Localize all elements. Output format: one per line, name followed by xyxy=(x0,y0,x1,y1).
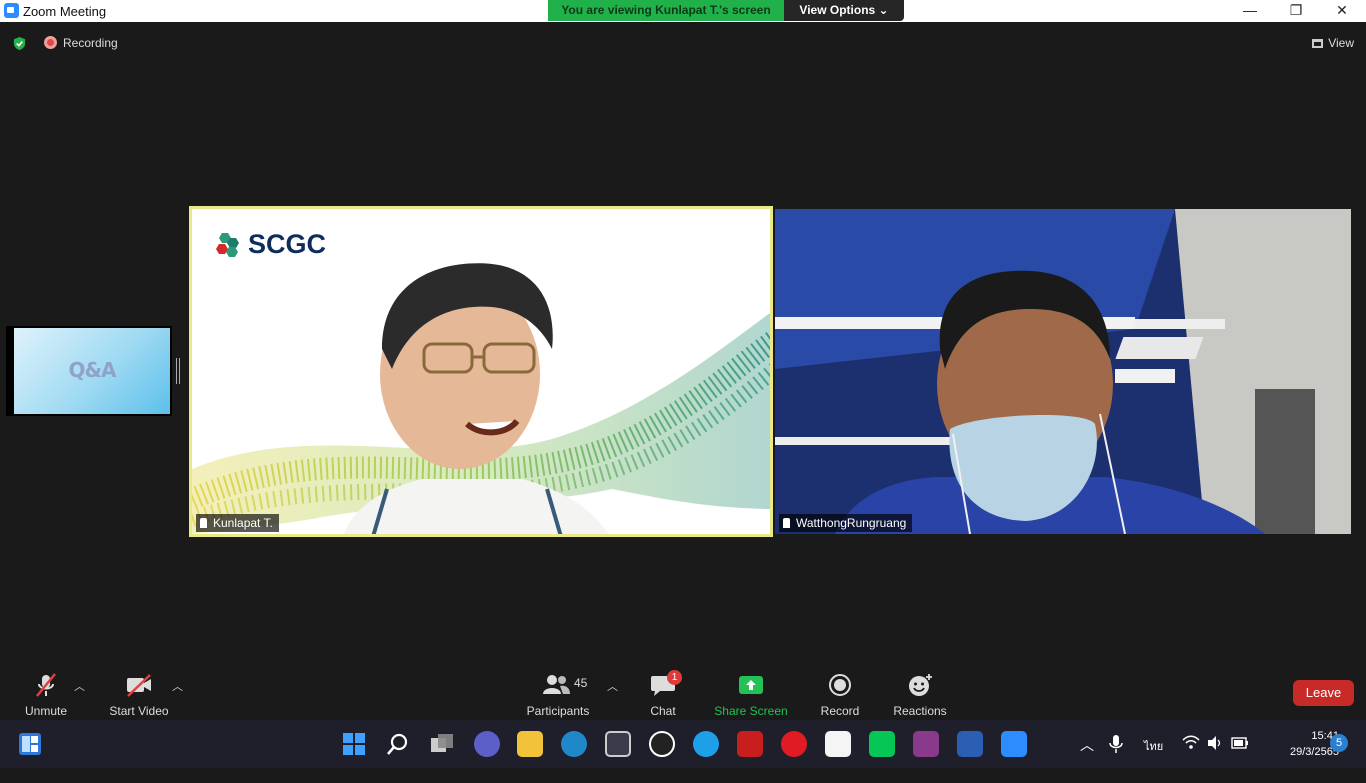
close-button[interactable]: ✕ xyxy=(1319,0,1365,22)
chat-label: Chat xyxy=(650,704,676,718)
view-button[interactable]: View xyxy=(1312,36,1354,50)
file-explorer-icon[interactable] xyxy=(517,731,543,757)
battery-icon[interactable] xyxy=(1231,736,1249,750)
microsoft-store-icon[interactable] xyxy=(605,731,631,757)
start-video-button[interactable]: Start Video xyxy=(104,668,174,718)
slide-title: Q&A xyxy=(68,358,117,382)
participant-name-tag: Kunlapat T. xyxy=(196,514,279,532)
meeting-area: Recording View Q&A SCGC Kunlapat T. Watt… xyxy=(0,22,1366,662)
participant-name: Kunlapat T. xyxy=(213,516,273,530)
slide-preview: Q&A xyxy=(14,328,170,414)
zoom-app-icon xyxy=(4,3,19,18)
participants-label: Participants xyxy=(526,704,590,718)
share-screen-button[interactable]: Share Screen xyxy=(712,668,790,718)
shared-screen-thumbnail[interactable]: Q&A xyxy=(6,326,172,416)
record-icon xyxy=(829,674,851,696)
zoom-taskbar-icon[interactable] xyxy=(1001,731,1027,757)
video-options-caret-icon[interactable]: ︿ xyxy=(172,678,183,694)
input-language-indicator[interactable]: ไทย xyxy=(1144,737,1163,755)
wifi-icon[interactable] xyxy=(1182,735,1200,751)
microphone-tray-icon[interactable] xyxy=(1108,734,1124,754)
recording-indicator[interactable]: Recording xyxy=(44,36,118,50)
video-tile-participant[interactable]: WatthongRungruang xyxy=(775,209,1351,534)
notification-count-badge[interactable]: 5 xyxy=(1330,734,1348,752)
widgets-icon[interactable] xyxy=(18,732,42,756)
winrar-icon[interactable] xyxy=(913,731,939,757)
word-app-icon[interactable] xyxy=(957,731,983,757)
restore-button[interactable]: ❐ xyxy=(1273,0,1319,22)
panel-splitter-handle[interactable] xyxy=(176,358,180,384)
record-label: Record xyxy=(820,704,860,718)
minimize-button[interactable]: — xyxy=(1227,0,1273,22)
scgc-logo-text: SCGC xyxy=(248,229,327,259)
meeting-controls-toolbar: Unmute ︿ Start Video ︿ 45 Participants ︿… xyxy=(0,662,1366,720)
os-taskbar: ︿ ไทย 15:41 29/3/2565 5 xyxy=(0,720,1366,768)
view-grid-icon xyxy=(1312,39,1324,48)
windows-start-icon[interactable] xyxy=(342,732,366,756)
task-view-icon[interactable] xyxy=(430,732,454,756)
chat-button[interactable]: 1 Chat xyxy=(643,668,683,718)
audio-options-caret-icon[interactable]: ︿ xyxy=(74,678,85,694)
view-options-button[interactable]: View Options ⌄ xyxy=(784,0,904,21)
participants-count: 45 xyxy=(574,676,588,690)
muted-microphone-icon xyxy=(36,673,56,697)
participant-video-frame xyxy=(775,209,1351,534)
scgc-logo-mark-icon xyxy=(216,233,239,257)
search-icon[interactable] xyxy=(386,732,410,756)
share-screen-label: Share Screen xyxy=(714,704,788,718)
viewing-screen-banner: You are viewing Kunlapat T.'s screen xyxy=(548,0,784,21)
scgc-logo: SCGC xyxy=(214,227,344,261)
pin-icon xyxy=(783,518,790,528)
window-title: Zoom Meeting xyxy=(23,4,107,19)
video-tile-active-speaker[interactable]: SCGC Kunlapat T. xyxy=(189,206,773,537)
line-app-icon[interactable] xyxy=(869,731,895,757)
tray-overflow-chevron-icon[interactable]: ︿ xyxy=(1080,735,1094,783)
encryption-shield-icon[interactable] xyxy=(12,36,27,51)
participants-button[interactable]: 45 Participants xyxy=(522,668,594,718)
record-dot-icon xyxy=(44,36,57,49)
pin-icon xyxy=(200,518,207,528)
mcafee-icon[interactable] xyxy=(737,731,763,757)
record-button[interactable]: Record xyxy=(815,668,865,718)
view-label: View xyxy=(1328,36,1354,50)
opera-browser-icon[interactable] xyxy=(781,731,807,757)
participants-icon xyxy=(543,675,570,694)
recording-label: Recording xyxy=(63,36,118,50)
volume-icon[interactable] xyxy=(1207,735,1223,751)
reactions-smiley-icon xyxy=(909,674,932,696)
help-app-icon[interactable] xyxy=(693,731,719,757)
unmute-button[interactable]: Unmute xyxy=(16,668,76,718)
video-off-icon xyxy=(127,674,151,697)
window-titlebar: Zoom Meeting You are viewing Kunlapat T.… xyxy=(0,0,1366,22)
notepad-file-icon[interactable] xyxy=(825,731,851,757)
reactions-label: Reactions xyxy=(893,704,947,718)
teams-chat-icon[interactable] xyxy=(474,731,500,757)
steam-app-icon[interactable] xyxy=(649,731,675,757)
edge-browser-icon[interactable] xyxy=(561,731,587,757)
participants-options-caret-icon[interactable]: ︿ xyxy=(607,678,618,694)
share-screen-icon xyxy=(739,676,763,694)
leave-meeting-button[interactable]: Leave xyxy=(1293,680,1354,706)
reactions-button[interactable]: Reactions xyxy=(890,668,950,718)
participant-name: WatthongRungruang xyxy=(796,516,907,530)
chat-unread-badge: 1 xyxy=(667,670,682,685)
start-video-label: Start Video xyxy=(109,704,169,718)
participant-name-tag: WatthongRungruang xyxy=(779,514,913,532)
unmute-label: Unmute xyxy=(24,704,68,718)
